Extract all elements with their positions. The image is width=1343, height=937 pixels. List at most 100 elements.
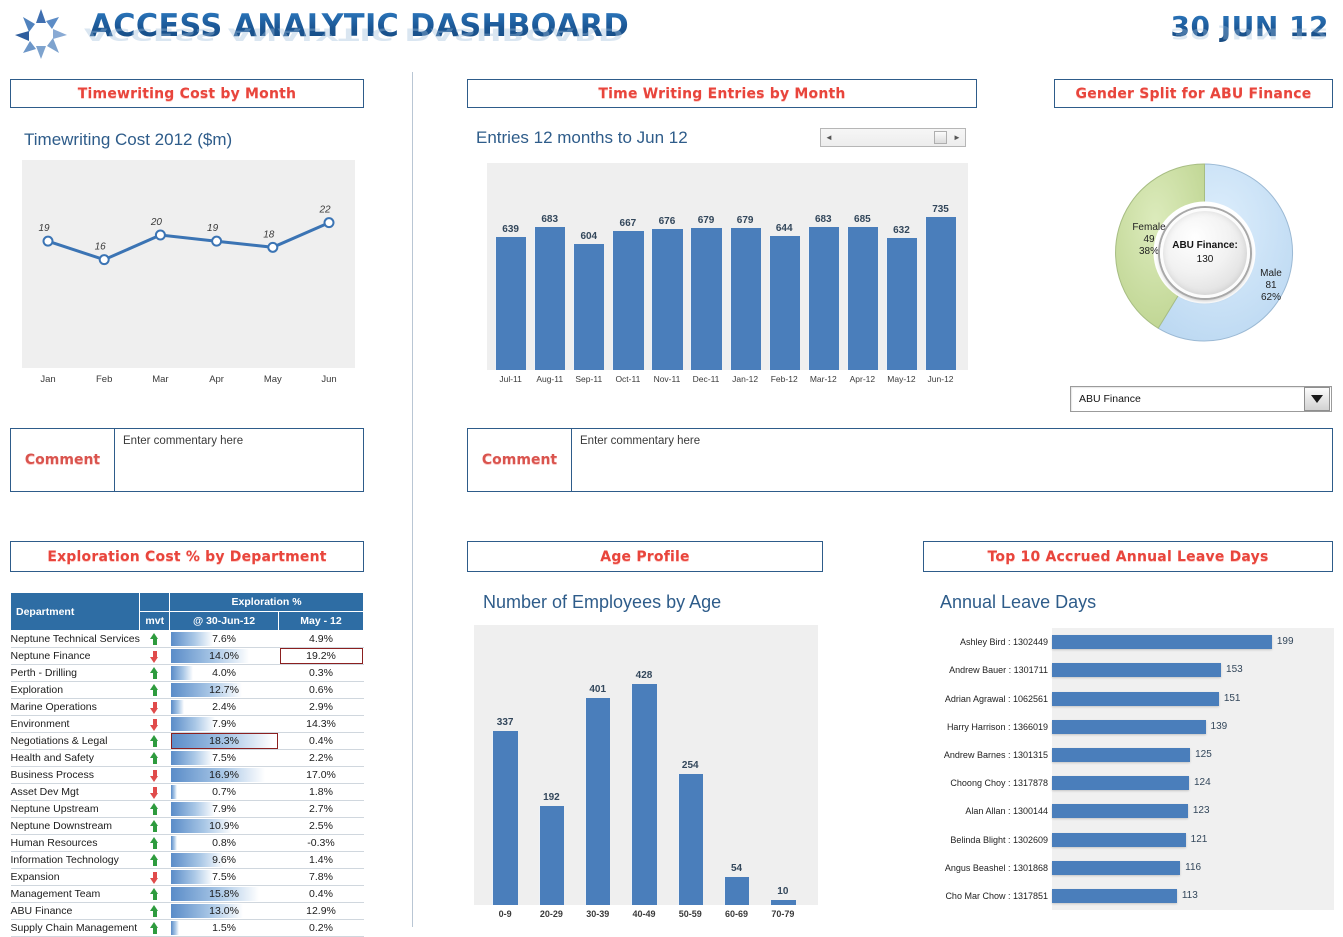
bar-value-label: 428 — [635, 669, 653, 681]
cell-current-value: 14.0% — [209, 650, 239, 662]
gender-male-label: Male 81 62% — [1242, 268, 1300, 304]
cell-current-value: 0.8% — [212, 837, 236, 849]
bar — [495, 236, 527, 370]
leave-bar-value: 113 — [1181, 889, 1198, 901]
bar-value-label: 401 — [589, 683, 607, 695]
leave-category-label: Angus Beashel : 1301868 — [944, 862, 1048, 873]
x-tick-label: 40-49 — [632, 909, 656, 919]
bar — [924, 216, 957, 370]
comment-input[interactable]: Enter commentary here — [572, 429, 1332, 491]
cell-previous: 1.8% — [278, 783, 364, 801]
bar-value-label: 639 — [502, 223, 519, 235]
bar-value-label: 676 — [658, 215, 676, 227]
brand-title: ACCESS ANALYTIC DASHBOARD — [89, 8, 629, 44]
col-current: @ 30-Jun-12 — [169, 611, 279, 631]
arrow-up-icon — [150, 632, 159, 646]
x-tick-label: May — [263, 374, 282, 385]
leave-category-label: Alan Allan : 1300144 — [965, 806, 1048, 817]
cell-department: Business Process — [10, 766, 140, 784]
cell-current-value: 2.4% — [212, 701, 236, 713]
col-department: Department — [9, 592, 141, 631]
cell-mvt — [139, 715, 170, 733]
bar-value-label: 337 — [496, 716, 514, 728]
male-name: Male — [1260, 268, 1282, 279]
chevron-down-icon[interactable] — [1304, 387, 1330, 411]
cell-previous: 17.0% — [278, 766, 364, 784]
timewriting-line-svg: 19 16 20 19 18 22 — [38, 205, 335, 266]
arrow-up-icon — [150, 683, 159, 697]
x-tick-label: Jan-12 — [732, 374, 759, 384]
leave-bar-value: 139 — [1210, 720, 1228, 732]
entries-plot-area: 639 683 604 667 676 679 679 644 683 685 632 735 — [487, 163, 968, 370]
highlight-box — [279, 648, 363, 664]
panel-title: Time Writing Entries by Month — [598, 85, 846, 102]
table-row: Asset Dev Mgt 0.7% 1.8% — [10, 783, 364, 801]
bar-value-label: 632 — [893, 225, 910, 237]
x-tick-label: Apr-12 — [849, 374, 876, 384]
table-row: Business Process 16.9% 17.0% — [10, 766, 364, 784]
cell-current: 0.7% — [169, 783, 279, 801]
exploration-table-body: Neptune Technical Services 7.6% 4.9% Neptun… — [10, 630, 364, 937]
comment-box-timewriting[interactable]: Comment Enter commentary here — [10, 428, 364, 492]
arrow-up-icon — [150, 921, 159, 935]
arrow-up-icon — [150, 853, 159, 867]
panel-banner-age-profile: Age Profile — [467, 541, 823, 572]
cell-mvt — [139, 919, 170, 937]
cell-department: Neptune Downstream — [10, 817, 140, 835]
entries-scrollbar[interactable]: ◄ ► — [820, 128, 966, 147]
panel-title: Top 10 Accrued Annual Leave Days — [987, 548, 1269, 565]
bar — [846, 227, 879, 370]
panel-title: Age Profile — [600, 548, 690, 565]
arrow-up-icon — [150, 819, 159, 833]
cell-previous: 0.4% — [278, 885, 364, 903]
arrow-up-icon — [150, 666, 159, 680]
leave-bar-value: 153 — [1226, 664, 1243, 676]
cell-previous: 0.6% — [278, 681, 364, 699]
cell-mvt — [139, 647, 170, 665]
table-row: Management Team 15.8% 0.4% — [10, 885, 364, 903]
scrollbar-thumb[interactable] — [934, 131, 947, 144]
bar-value-label: 685 — [854, 214, 871, 226]
bar-value-label: 683 — [814, 214, 832, 226]
comment-input[interactable]: Enter commentary here — [115, 429, 363, 491]
arrow-down-icon — [150, 701, 159, 714]
cell-department: Health and Safety — [10, 749, 140, 767]
arrow-up-icon — [150, 802, 159, 816]
table-row: Supply Chain Management 1.5% 0.2% — [10, 919, 364, 937]
cell-current: 2.4% — [169, 698, 279, 716]
department-select[interactable]: ABU Finance — [1070, 386, 1332, 412]
bar-value-label: 683 — [541, 214, 559, 226]
bar — [677, 773, 703, 905]
bar — [690, 228, 722, 370]
cell-current: 7.5% — [169, 749, 279, 767]
bar-value-label: 254 — [681, 759, 699, 771]
male-count: 81 — [1265, 280, 1277, 291]
bar — [492, 730, 518, 905]
department-select-value[interactable]: ABU Finance — [1071, 393, 1304, 405]
donut-center-label: ABU Finance: — [1172, 240, 1238, 251]
scrollbar-left-arrow-icon[interactable]: ◄ — [821, 129, 837, 146]
cell-current-value: 16.9% — [209, 769, 239, 781]
arrow-up-icon — [150, 734, 159, 748]
cell-current-value: 1.5% — [212, 922, 236, 934]
bar-value-label: 667 — [619, 217, 637, 229]
exploration-cost-table: Department Exploration % mvt @ 30-Jun-12… — [9, 592, 364, 937]
scrollbar-track[interactable] — [837, 129, 949, 146]
table-row: ABU Finance 13.0% 12.9% — [10, 902, 364, 920]
table-header-row-1: Department Exploration % — [9, 592, 364, 631]
scrollbar-right-arrow-icon[interactable]: ► — [949, 129, 965, 146]
x-tick-label: 70-79 — [771, 909, 795, 919]
table-row: Neptune Finance 14.0% 19.2% — [10, 647, 364, 665]
leave-category-label: Adrian Agrawal : 1062561 — [944, 693, 1048, 704]
age-chart-title: Number of Employees by Age — [483, 592, 722, 612]
x-tick-label: 50-59 — [678, 909, 702, 919]
cell-current: 7.9% — [169, 715, 279, 733]
bar-value-label: 192 — [543, 791, 560, 803]
bar — [612, 230, 644, 370]
cell-mvt — [139, 681, 170, 699]
x-tick-label: Aug-11 — [536, 374, 564, 384]
x-tick-label: Feb-12 — [770, 374, 798, 384]
cell-previous: 12.9% — [278, 902, 364, 920]
comment-box-entries[interactable]: Comment Enter commentary here — [467, 428, 1333, 492]
leave-bar — [1052, 776, 1189, 791]
